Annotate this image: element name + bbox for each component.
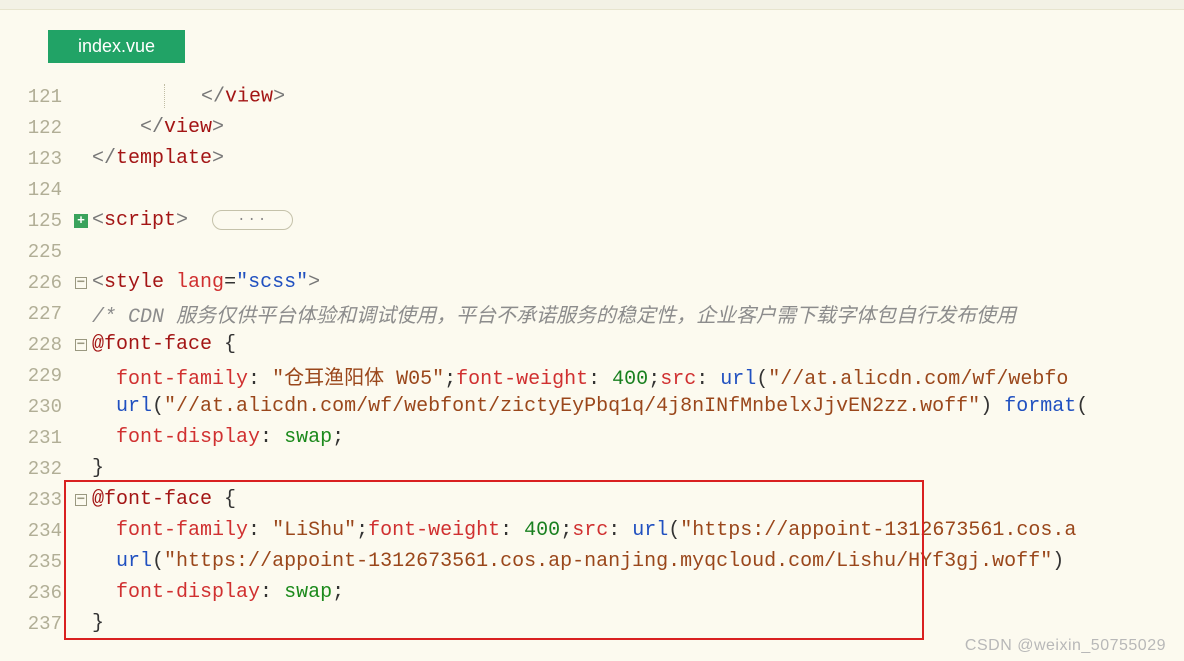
code-line: 231 font-display: swap;: [0, 422, 1184, 453]
fold-gutter[interactable]: −: [70, 337, 92, 353]
line-number[interactable]: 124: [0, 179, 70, 201]
code-text[interactable]: <script> ···: [92, 209, 1184, 232]
line-number[interactable]: 225: [0, 241, 70, 263]
fold-gutter[interactable]: −: [70, 492, 92, 508]
code-line: 236 font-display: swap;: [0, 577, 1184, 608]
line-number[interactable]: 229: [0, 365, 70, 387]
code-text[interactable]: /* CDN 服务仅供平台体验和调试使用，平台不承诺服务的稳定性，企业客户需下载…: [92, 299, 1184, 329]
line-number[interactable]: 237: [0, 613, 70, 635]
code-body[interactable]: 121 </view> 122 </view> 123 </template> …: [0, 81, 1184, 639]
code-text[interactable]: font-display: swap;: [92, 426, 1184, 449]
code-text[interactable]: }: [92, 612, 1184, 635]
line-number[interactable]: 232: [0, 458, 70, 480]
watermark: CSDN @weixin_50755029: [965, 637, 1166, 655]
line-number[interactable]: 233: [0, 489, 70, 511]
code-text[interactable]: url("//at.alicdn.com/wf/webfont/zictyEyP…: [92, 395, 1184, 418]
code-line: 230 url("//at.alicdn.com/wf/webfont/zict…: [0, 391, 1184, 422]
code-text[interactable]: </view>: [92, 116, 1184, 139]
file-tab-label: index.vue: [78, 36, 155, 56]
code-text[interactable]: }: [92, 457, 1184, 480]
line-number[interactable]: 231: [0, 427, 70, 449]
line-number[interactable]: 121: [0, 86, 70, 108]
line-number[interactable]: 234: [0, 520, 70, 542]
code-text[interactable]: font-family: "仓耳渔阳体 W05";font-weight: 40…: [92, 361, 1184, 391]
code-line: 227 /* CDN 服务仅供平台体验和调试使用，平台不承诺服务的稳定性，企业客…: [0, 298, 1184, 329]
code-line: 123 </template>: [0, 143, 1184, 174]
code-text[interactable]: font-family: "LiShu";font-weight: 400;sr…: [92, 519, 1184, 542]
line-number[interactable]: 122: [0, 117, 70, 139]
code-text[interactable]: url("https://appoint-1312673561.cos.ap-n…: [92, 550, 1184, 573]
line-number[interactable]: 123: [0, 148, 70, 170]
line-number[interactable]: 228: [0, 334, 70, 356]
code-text[interactable]: @font-face {: [92, 488, 1184, 511]
code-line: 228 − @font-face {: [0, 329, 1184, 360]
code-line: 233 − @font-face {: [0, 484, 1184, 515]
code-line: 226 − <style lang="scss">: [0, 267, 1184, 298]
folded-code-pill[interactable]: ···: [212, 210, 293, 230]
code-line: 122 </view>: [0, 112, 1184, 143]
file-tab[interactable]: index.vue: [48, 30, 185, 63]
code-line: 121 </view>: [0, 81, 1184, 112]
code-editor[interactable]: index.vue 121 </view> 122 </view> 123 </…: [0, 10, 1184, 639]
collapse-icon[interactable]: −: [75, 339, 87, 351]
code-text[interactable]: </template>: [92, 147, 1184, 170]
code-line: 235 url("https://appoint-1312673561.cos.…: [0, 546, 1184, 577]
line-number[interactable]: 125: [0, 210, 70, 232]
code-line: 225: [0, 236, 1184, 267]
line-number[interactable]: 227: [0, 303, 70, 325]
toolbar-strip: [0, 0, 1184, 10]
line-number[interactable]: 235: [0, 551, 70, 573]
code-line: 124: [0, 174, 1184, 205]
code-line: 229 font-family: "仓耳渔阳体 W05";font-weight…: [0, 360, 1184, 391]
fold-gutter[interactable]: +: [70, 213, 92, 229]
line-number[interactable]: 226: [0, 272, 70, 294]
code-line: 232 }: [0, 453, 1184, 484]
line-number[interactable]: 230: [0, 396, 70, 418]
fold-gutter[interactable]: −: [70, 275, 92, 291]
collapse-icon[interactable]: −: [75, 494, 87, 506]
code-text[interactable]: font-display: swap;: [92, 581, 1184, 604]
code-line: 125 + <script> ···: [0, 205, 1184, 236]
code-line: 237 }: [0, 608, 1184, 639]
code-text[interactable]: @font-face {: [92, 333, 1184, 356]
code-text[interactable]: </view>: [92, 84, 1184, 108]
code-text[interactable]: <style lang="scss">: [92, 271, 1184, 294]
code-line: 234 font-family: "LiShu";font-weight: 40…: [0, 515, 1184, 546]
collapse-icon[interactable]: −: [75, 277, 87, 289]
line-number[interactable]: 236: [0, 582, 70, 604]
expand-icon[interactable]: +: [74, 214, 88, 228]
